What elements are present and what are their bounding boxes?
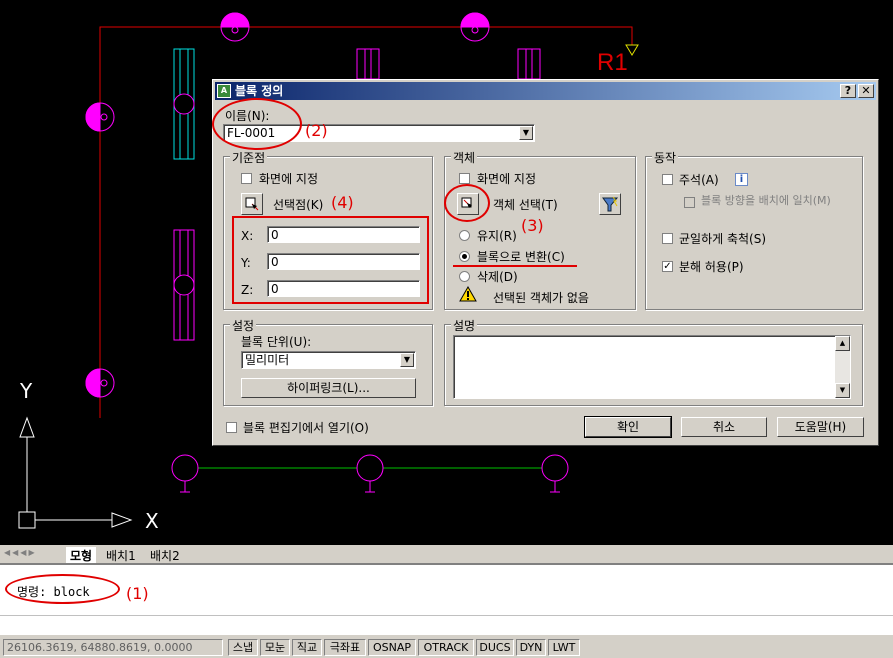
basepoint-on-screen-label: 화면에 지정 — [259, 172, 319, 186]
ok-button[interactable]: 확인 — [584, 416, 672, 438]
osnap-toggle[interactable]: OSNAP — [368, 639, 416, 656]
grid-toggle[interactable]: 모눈 — [260, 639, 290, 656]
annotation-oval-2 — [212, 98, 302, 150]
annotation-1: (1) — [126, 584, 149, 603]
allow-exploding-label: 분해 허용(P) — [679, 260, 744, 274]
open-in-editor-checkbox[interactable] — [226, 422, 237, 433]
annotation-3: (3) — [521, 216, 544, 235]
delete-radio[interactable] — [459, 271, 470, 282]
description-scrollbar[interactable]: ▲ ▼ — [835, 336, 850, 398]
objects-on-screen-checkbox[interactable] — [459, 173, 470, 184]
r1-label: R1 — [597, 49, 628, 76]
description-group-title: 설명 — [451, 317, 478, 334]
command-divider — [0, 615, 893, 616]
ucs-icon — [18, 416, 133, 529]
unit-label: 블록 단위(U): — [241, 335, 312, 349]
retain-label: 유지(R) — [477, 229, 517, 243]
match-orientation-checkbox[interactable] — [684, 197, 695, 208]
retain-radio[interactable] — [459, 230, 470, 241]
chevron-down-icon[interactable]: ▼ — [519, 126, 533, 140]
help-button[interactable]: 도움말(H) — [777, 417, 864, 437]
filter-icon — [602, 196, 619, 212]
pick-point-button[interactable] — [241, 193, 263, 215]
x-axis-label: X — [145, 509, 159, 533]
basepoint-group-title: 기준점 — [230, 149, 268, 166]
annotative-label: 주석(A) — [679, 173, 719, 187]
annotation-4: (4) — [331, 193, 354, 212]
objects-on-screen-label: 화면에 지정 — [477, 172, 537, 186]
ducs-toggle[interactable]: DUCS — [476, 639, 514, 656]
tab-layout2[interactable]: 배치2 — [150, 547, 180, 564]
help-icon[interactable]: ? — [840, 84, 856, 98]
ortho-toggle[interactable]: 직교 — [292, 639, 322, 656]
y-axis-label: Y — [19, 379, 33, 403]
match-orientation-label: 블록 방향을 배치에 일치(M) — [701, 194, 831, 207]
description-textarea[interactable] — [453, 335, 851, 399]
pick-point-icon — [245, 197, 259, 211]
annotation-underline-3 — [453, 265, 577, 267]
unit-select[interactable]: 밀리미터 ▼ — [241, 351, 416, 369]
scroll-down-icon[interactable]: ▼ — [835, 383, 850, 398]
lwt-toggle[interactable]: LWT — [548, 639, 580, 656]
autocad-app-icon: A — [217, 84, 231, 98]
warning-icon — [459, 286, 477, 302]
convert-radio[interactable] — [459, 251, 470, 262]
behavior-group-title: 동작 — [652, 149, 679, 166]
otrack-toggle[interactable]: OTRACK — [418, 639, 474, 656]
info-icon[interactable]: i — [735, 173, 748, 186]
allow-exploding-checkbox[interactable]: ✓ — [662, 261, 673, 272]
tab-layout1[interactable]: 배치1 — [106, 547, 136, 564]
settings-group-title: 설정 — [230, 317, 257, 334]
cancel-button[interactable]: 취소 — [681, 417, 767, 437]
polar-toggle[interactable]: 극좌표 — [324, 639, 366, 656]
pick-point-label: 선택점(K) — [273, 198, 324, 212]
annotation-oval-3 — [444, 184, 490, 222]
coordinates-readout: 26106.3619, 64880.8619, 0.0000 — [3, 639, 223, 656]
annotation-oval-1 — [5, 574, 120, 604]
warning-text: 선택된 객체가 없음 — [493, 291, 589, 305]
close-icon[interactable]: ✕ — [858, 84, 874, 98]
open-in-editor-label: 블록 편집기에서 열기(O) — [243, 421, 369, 435]
status-bar: 26106.3619, 64880.8619, 0.0000 스냅 모눈 직교 … — [0, 635, 893, 658]
annotation-rect-4 — [232, 216, 429, 304]
delete-label: 삭제(D) — [477, 270, 518, 284]
annotative-checkbox[interactable] — [662, 174, 673, 185]
basepoint-on-screen-checkbox[interactable] — [241, 173, 252, 184]
tab-model[interactable]: 모형 — [66, 547, 97, 564]
hyperlink-button[interactable]: 하이퍼링크(L)... — [241, 378, 416, 398]
scale-uniformly-checkbox[interactable] — [662, 233, 673, 244]
dyn-toggle[interactable]: DYN — [516, 639, 546, 656]
dialog-titlebar[interactable]: A 블록 정의 ? ✕ — [215, 82, 876, 100]
tab-nav-arrows-icon[interactable]: ◀◀◀▶ — [4, 548, 37, 557]
unit-value: 밀리미터 — [245, 353, 290, 367]
scroll-up-icon[interactable]: ▲ — [835, 336, 850, 351]
objects-group-title: 객체 — [451, 149, 478, 166]
select-objects-label: 객체 선택(T) — [493, 198, 558, 212]
chevron-down-icon[interactable]: ▼ — [400, 353, 414, 367]
quick-select-button[interactable] — [599, 193, 621, 215]
snap-toggle[interactable]: 스냅 — [228, 639, 258, 656]
annotation-2: (2) — [305, 121, 328, 140]
layout-tabbar: ◀◀◀▶ 모형 배치1 배치2 — [0, 545, 893, 564]
scale-uniformly-label: 균일하게 축척(S) — [679, 232, 767, 246]
convert-label: 블록으로 변환(C) — [477, 250, 565, 264]
